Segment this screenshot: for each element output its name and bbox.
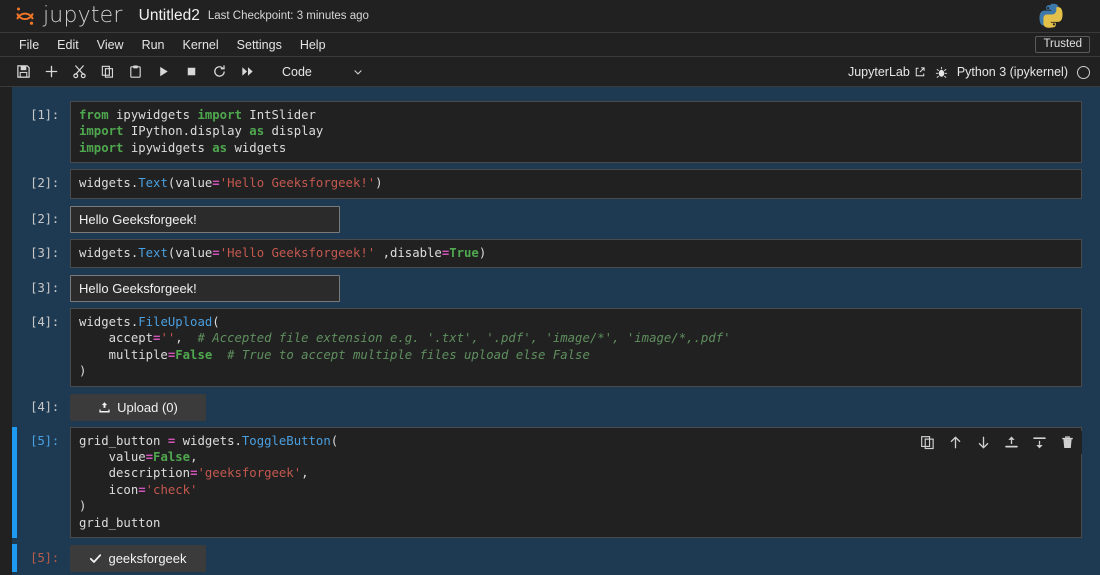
output-area: geeksforgeek bbox=[70, 544, 1082, 572]
cut-cell-button[interactable] bbox=[66, 60, 92, 84]
menu-item-kernel[interactable]: Kernel bbox=[174, 35, 228, 55]
check-icon bbox=[89, 552, 102, 565]
menu-bar: File Edit View Run Kernel Settings Help … bbox=[0, 32, 1100, 57]
debugger-button[interactable] bbox=[935, 66, 948, 79]
jupyterlab-link[interactable]: JupyterLab bbox=[848, 65, 926, 79]
cell-type-dropdown[interactable]: Code bbox=[276, 63, 370, 81]
menu-item-view[interactable]: View bbox=[88, 35, 133, 55]
output-area: Upload (0) bbox=[70, 393, 1082, 421]
upload-button-widget[interactable]: Upload (0) bbox=[70, 394, 206, 421]
save-button[interactable] bbox=[10, 60, 36, 84]
copy-cell-button[interactable] bbox=[94, 60, 120, 84]
paste-cell-button[interactable] bbox=[122, 60, 148, 84]
code-editor[interactable]: widgets.FileUpload( accept='', # Accepte… bbox=[70, 308, 1082, 387]
cell-type-value: Code bbox=[282, 65, 312, 79]
input-prompt: [4]: bbox=[12, 308, 70, 387]
jupyter-wordmark: jupyter bbox=[43, 5, 123, 27]
insert-cell-below-button[interactable] bbox=[1031, 434, 1048, 451]
move-cell-down-button[interactable] bbox=[975, 434, 992, 451]
output-area: Hello Geeksforgeek! bbox=[70, 205, 1082, 233]
menu-item-settings[interactable]: Settings bbox=[228, 35, 291, 55]
notebook-cell[interactable]: [4]:widgets.FileUpload( accept='', # Acc… bbox=[12, 308, 1100, 387]
input-prompt: [3]: bbox=[12, 239, 70, 268]
jupyter-mark-icon bbox=[14, 5, 36, 27]
widget-button-label: geeksforgeek bbox=[108, 551, 186, 566]
notebook-cell[interactable]: [3]:widgets.Text(value='Hello Geeksforge… bbox=[12, 239, 1100, 268]
toggle-button-widget[interactable]: geeksforgeek bbox=[70, 545, 206, 572]
move-cell-up-button[interactable] bbox=[947, 434, 964, 451]
python-logo-icon bbox=[1038, 3, 1064, 29]
notebook-cell[interactable]: [5]:grid_button = widgets.ToggleButton( … bbox=[12, 427, 1100, 538]
notebook-cell[interactable]: [1]:from ipywidgets import IntSlider imp… bbox=[12, 101, 1100, 163]
notebook-cell[interactable]: [2]:widgets.Text(value='Hello Geeksforge… bbox=[12, 169, 1100, 198]
menu-item-file[interactable]: File bbox=[10, 35, 48, 55]
restart-run-all-button[interactable] bbox=[234, 60, 260, 84]
output-prompt: [4]: bbox=[12, 393, 70, 421]
top-bar: jupyter Untitled2 Last Checkpoint: 3 min… bbox=[0, 0, 1100, 32]
trusted-badge[interactable]: Trusted bbox=[1035, 36, 1090, 53]
notebook-cell-list[interactable]: [1]:from ipywidgets import IntSlider imp… bbox=[12, 87, 1100, 575]
last-checkpoint-label: Last Checkpoint: 3 minutes ago bbox=[208, 10, 369, 22]
output-prompt: [2]: bbox=[12, 205, 70, 233]
cell-output: [2]:Hello Geeksforgeek! bbox=[12, 205, 1100, 233]
output-prompt: [5]: bbox=[12, 544, 70, 572]
external-link-icon bbox=[914, 66, 926, 78]
menu-item-run[interactable]: Run bbox=[133, 35, 174, 55]
menu-item-edit[interactable]: Edit bbox=[48, 35, 88, 55]
cell-output: [5]: geeksforgeek bbox=[12, 544, 1100, 572]
menu-item-help[interactable]: Help bbox=[291, 35, 335, 55]
output-area: Hello Geeksforgeek! bbox=[70, 274, 1082, 302]
delete-cell-button[interactable] bbox=[1059, 434, 1076, 451]
interrupt-kernel-button[interactable] bbox=[178, 60, 204, 84]
upload-icon bbox=[98, 401, 111, 414]
insert-cell-button[interactable] bbox=[38, 60, 64, 84]
widget-button-label: Upload (0) bbox=[117, 400, 178, 415]
notebook-title[interactable]: Untitled2 bbox=[139, 7, 200, 25]
jupyterlab-label: JupyterLab bbox=[848, 65, 910, 79]
input-prompt: [1]: bbox=[12, 101, 70, 163]
duplicate-cell-button[interactable] bbox=[919, 434, 936, 451]
jupyter-logo[interactable]: jupyter bbox=[14, 5, 123, 27]
code-editor[interactable]: from ipywidgets import IntSlider import … bbox=[70, 101, 1082, 163]
insert-cell-above-button[interactable] bbox=[1003, 434, 1020, 451]
kernel-name-label[interactable]: Python 3 (ipykernel) bbox=[957, 65, 1068, 79]
cell-output: [3]:Hello Geeksforgeek! bbox=[12, 274, 1100, 302]
run-cell-button[interactable] bbox=[150, 60, 176, 84]
input-prompt: [5]: bbox=[12, 427, 70, 538]
input-prompt: [2]: bbox=[12, 169, 70, 198]
output-prompt: [3]: bbox=[12, 274, 70, 302]
notebook-toolbar: Code JupyterLab Python 3 (ipykernel) bbox=[0, 57, 1100, 87]
text-widget-input[interactable]: Hello Geeksforgeek! bbox=[70, 275, 340, 302]
code-editor[interactable]: widgets.Text(value='Hello Geeksforgeek!'… bbox=[70, 169, 1082, 198]
notebook-left-gutter bbox=[0, 87, 12, 575]
code-editor[interactable]: widgets.Text(value='Hello Geeksforgeek!'… bbox=[70, 239, 1082, 268]
kernel-status-indicator[interactable] bbox=[1077, 66, 1090, 79]
toolbar-right-group: JupyterLab Python 3 (ipykernel) bbox=[848, 57, 1090, 87]
cell-output: [4]: Upload (0) bbox=[12, 393, 1100, 421]
restart-kernel-button[interactable] bbox=[206, 60, 232, 84]
text-widget-input[interactable]: Hello Geeksforgeek! bbox=[70, 206, 340, 233]
cell-toolbar bbox=[913, 431, 1082, 454]
notebook-panel: [1]:from ipywidgets import IntSlider imp… bbox=[0, 87, 1100, 575]
chevron-down-icon bbox=[352, 66, 364, 78]
